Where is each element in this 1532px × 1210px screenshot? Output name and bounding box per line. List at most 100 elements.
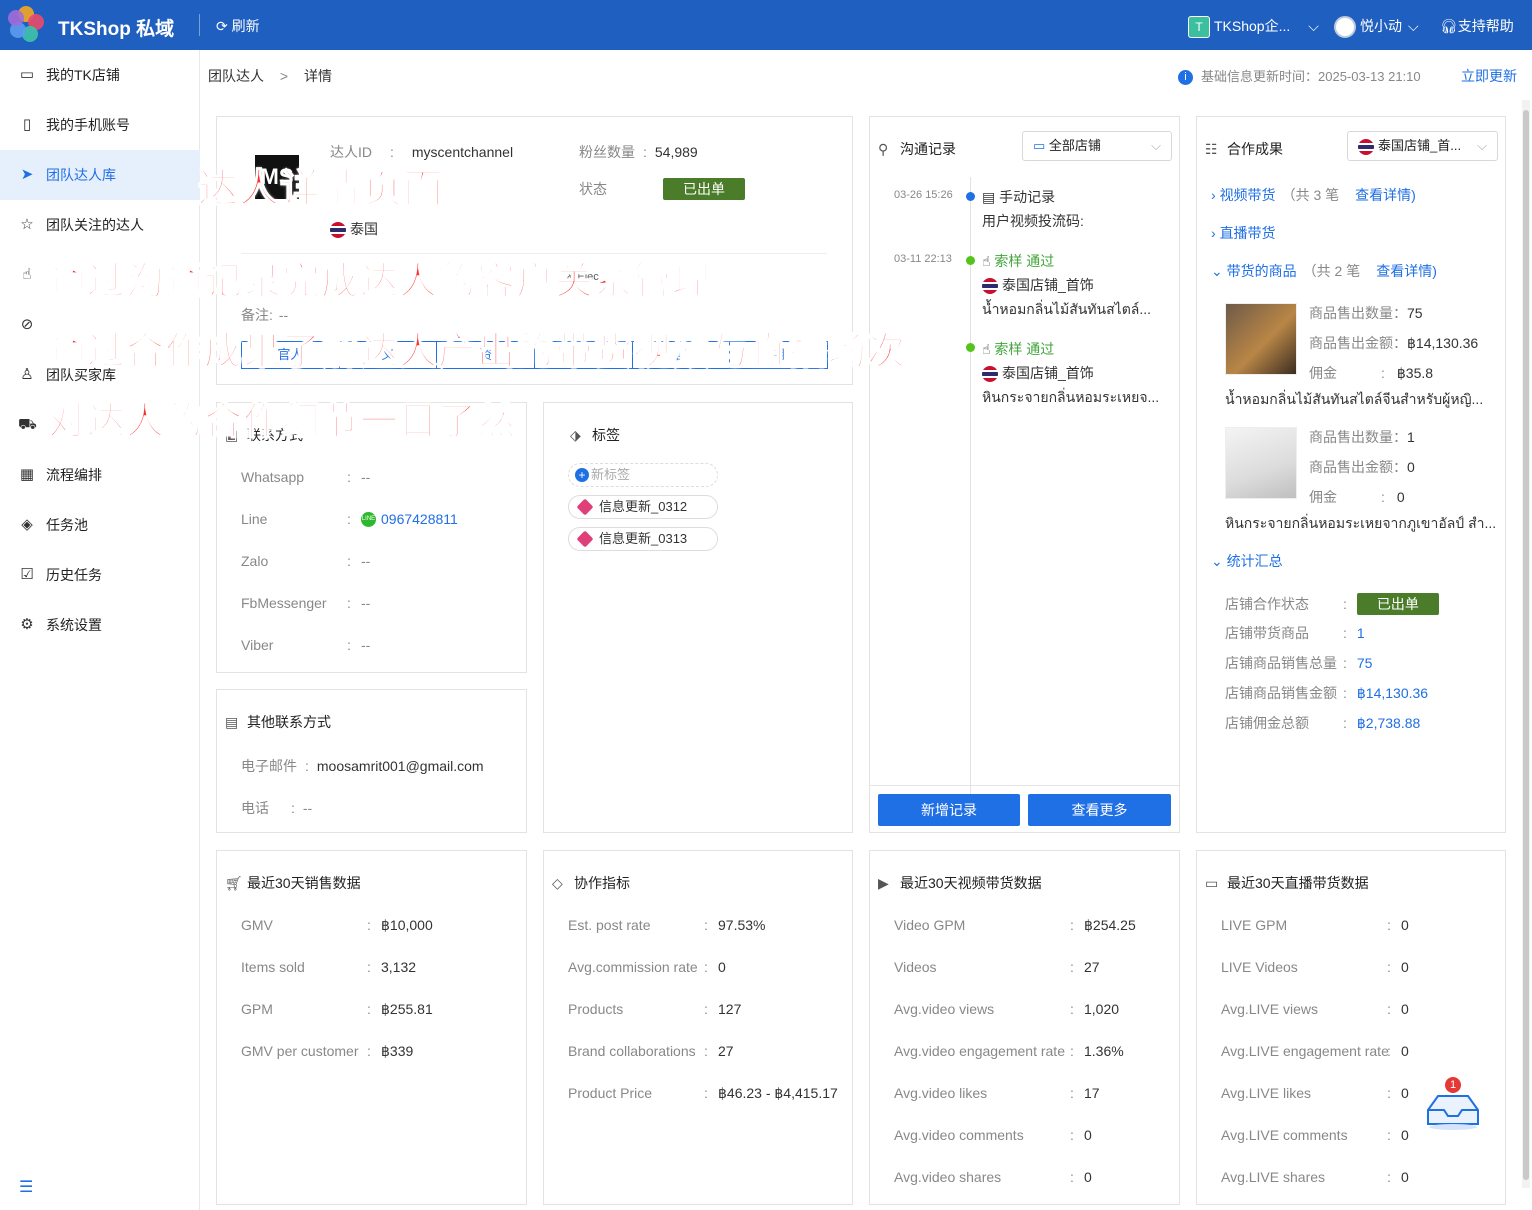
tag-chip[interactable]: 信息更新_0312 bbox=[568, 495, 718, 519]
colon: : bbox=[1070, 959, 1074, 975]
stats-toggle[interactable]: ⌄ 统计汇总 bbox=[1211, 551, 1283, 571]
colon: : bbox=[1387, 1169, 1391, 1185]
colon: : bbox=[347, 595, 351, 611]
divider bbox=[870, 785, 1179, 786]
sidebar-item[interactable]: ◈ 任务池 bbox=[0, 500, 200, 550]
colon: : bbox=[1070, 1043, 1074, 1059]
view-more-button[interactable]: 查看更多 bbox=[1028, 794, 1171, 826]
new-tag-button[interactable]: + 新标签 bbox=[568, 463, 718, 487]
goods-toggle[interactable]: ⌄ 带货的商品 bbox=[1211, 263, 1297, 279]
metrics-label: Product Price bbox=[568, 1085, 653, 1101]
timeline-dot bbox=[966, 192, 975, 201]
sidebar-item[interactable]: ☑ 历史任务 bbox=[0, 550, 200, 600]
thailand-flag-icon bbox=[982, 366, 998, 383]
video-sales-toggle[interactable]: › 视频带货 bbox=[1211, 187, 1276, 203]
thailand-flag-icon bbox=[1358, 138, 1374, 155]
headset-icon: 🎧︎ bbox=[1440, 18, 1458, 34]
sidebar-item[interactable]: ▭ 我的TK店铺 bbox=[0, 50, 200, 100]
colon: : bbox=[1387, 959, 1391, 975]
sales-value: 3,132 bbox=[381, 959, 417, 975]
view-detail-link[interactable]: 查看详情) bbox=[1376, 263, 1437, 279]
colon: : bbox=[1070, 1001, 1074, 1017]
colon: : bbox=[704, 1001, 708, 1017]
chevron-down-icon: ⌵ bbox=[1408, 18, 1419, 34]
video-value: ฿254.25 bbox=[1084, 917, 1136, 933]
region: 泰国 bbox=[330, 219, 378, 239]
sidebar-item-label: 任务池 bbox=[46, 517, 88, 533]
thailand-flag-icon bbox=[330, 222, 346, 239]
colon: : bbox=[347, 637, 351, 653]
shop-badge: T bbox=[1188, 16, 1210, 39]
divider bbox=[199, 14, 200, 36]
scrollbar-thumb[interactable] bbox=[1523, 110, 1529, 1180]
colon: : bbox=[347, 553, 351, 569]
hand-icon: ☝ bbox=[22, 266, 32, 283]
sidebar-item[interactable]: ▦ 流程编排 bbox=[0, 450, 200, 500]
status-badge: 已出单 bbox=[1356, 593, 1439, 615]
user-menu[interactable]: 悦小动 ⌵ bbox=[1334, 16, 1419, 39]
live-card: ▭ 最近30天直播带货数据 LIVE GPM:0 LIVE Videos:0 Avg.… bbox=[1196, 850, 1506, 1205]
collapse-menu-icon[interactable]: ☰ bbox=[19, 1177, 33, 1197]
scrollbar[interactable] bbox=[1522, 100, 1530, 1188]
add-record-button[interactable]: 新增记录 bbox=[878, 794, 1020, 826]
help-button[interactable]: 🎧︎支持帮助 bbox=[1440, 16, 1514, 36]
video-label: Video GPM bbox=[894, 917, 966, 933]
sidebar-item[interactable]: ▯ 我的手机账号 bbox=[0, 100, 200, 150]
shop-switcher[interactable]: T TKShop企... ⌵ bbox=[1188, 16, 1319, 39]
colon: : bbox=[367, 1043, 371, 1059]
refresh-icon: ⟳ bbox=[216, 18, 232, 34]
contact-value: 0967428811 LINE bbox=[361, 511, 458, 527]
video-value: 0 bbox=[1084, 1169, 1092, 1185]
overlay-annotation: 对达人的合作细节一目了然 bbox=[47, 400, 517, 444]
cooperation-card: ☷ 合作成果 泰国店铺_首... ⌵ › 视频带货 （共 3 笔查看详情) › 直播带… bbox=[1196, 116, 1506, 833]
video-label: Videos bbox=[894, 959, 937, 975]
metrics-value: 0 bbox=[718, 959, 726, 975]
sidebar-item-label: 历史任务 bbox=[46, 567, 102, 583]
contact-label: Whatsapp bbox=[241, 469, 305, 485]
shop-filter-select[interactable]: ▭ 全部店铺 ⌵ bbox=[1022, 131, 1172, 161]
live-label: Avg.LIVE comments bbox=[1221, 1127, 1348, 1143]
app-logo bbox=[8, 6, 46, 44]
live-value: 0 bbox=[1401, 1001, 1409, 1017]
live-value: 0 bbox=[1401, 1043, 1409, 1059]
timeline-dot bbox=[966, 256, 975, 265]
sales-label: GMV bbox=[241, 917, 273, 933]
inbox-button[interactable]: 1 bbox=[1420, 1077, 1486, 1132]
refresh-button[interactable]: ⟳ 刷新 bbox=[216, 16, 260, 36]
tag-chip[interactable]: 信息更新_0313 bbox=[568, 527, 718, 551]
view-detail-link[interactable]: 查看详情) bbox=[1355, 187, 1416, 203]
colon: : bbox=[704, 1085, 708, 1101]
sidebar-item[interactable]: ➤ 团队达人库 bbox=[0, 150, 200, 200]
layers-icon: ◈ bbox=[21, 516, 33, 533]
metrics-value: 127 bbox=[718, 1001, 742, 1017]
colon: : bbox=[1387, 1127, 1391, 1143]
sidebar-item-label: 我的TK店铺 bbox=[46, 67, 120, 83]
colon: : bbox=[367, 917, 371, 933]
video-label: Avg.video comments bbox=[894, 1127, 1024, 1143]
colon: : bbox=[347, 511, 351, 527]
contact-label: Zalo bbox=[241, 553, 269, 569]
breadcrumb-parent[interactable]: 团队达人 bbox=[208, 68, 264, 84]
metrics-label: Brand collaborations bbox=[568, 1043, 696, 1059]
sidebar-item[interactable]: ⚙ 系统设置 bbox=[0, 600, 200, 650]
sidebar-item[interactable]: ☆ 团队关注的达人 bbox=[0, 200, 200, 250]
chevron-down-icon: ⌵ bbox=[1151, 138, 1161, 153]
other-contact-card: ▤ 其他联系方式 电子邮件: moosamrit001@gmail.com 电话: -… bbox=[216, 689, 527, 833]
cart-icon: 🛒︎ bbox=[225, 875, 243, 891]
branch-icon: ⚲ bbox=[878, 141, 889, 157]
breadcrumb: 团队达人 > 详情 bbox=[208, 66, 332, 86]
colon: : bbox=[1387, 917, 1391, 933]
breadcrumb-current: 详情 bbox=[303, 68, 332, 84]
tag-icon: ⬗ bbox=[570, 427, 581, 443]
list-icon: ☷ bbox=[1205, 141, 1218, 157]
live-sales-toggle[interactable]: › 直播带货 bbox=[1211, 223, 1276, 243]
metrics-value: 27 bbox=[718, 1043, 734, 1059]
star-icon: ☆ bbox=[20, 216, 34, 233]
overlay-annotation: 通过沟通记录完成达人的客户关系管理 bbox=[47, 260, 712, 304]
store-icon: ▭ bbox=[19, 66, 35, 83]
send-icon: ➤ bbox=[20, 166, 34, 183]
app-title: TKShop 私域 bbox=[58, 19, 175, 40]
shop-filter-select[interactable]: 泰国店铺_首... ⌵ bbox=[1347, 131, 1498, 161]
metrics-card: ◇ 协作指标 Est. post rate:97.53% Avg.commissio… bbox=[543, 850, 853, 1205]
update-now-link[interactable]: 立即更新 bbox=[1461, 66, 1517, 86]
